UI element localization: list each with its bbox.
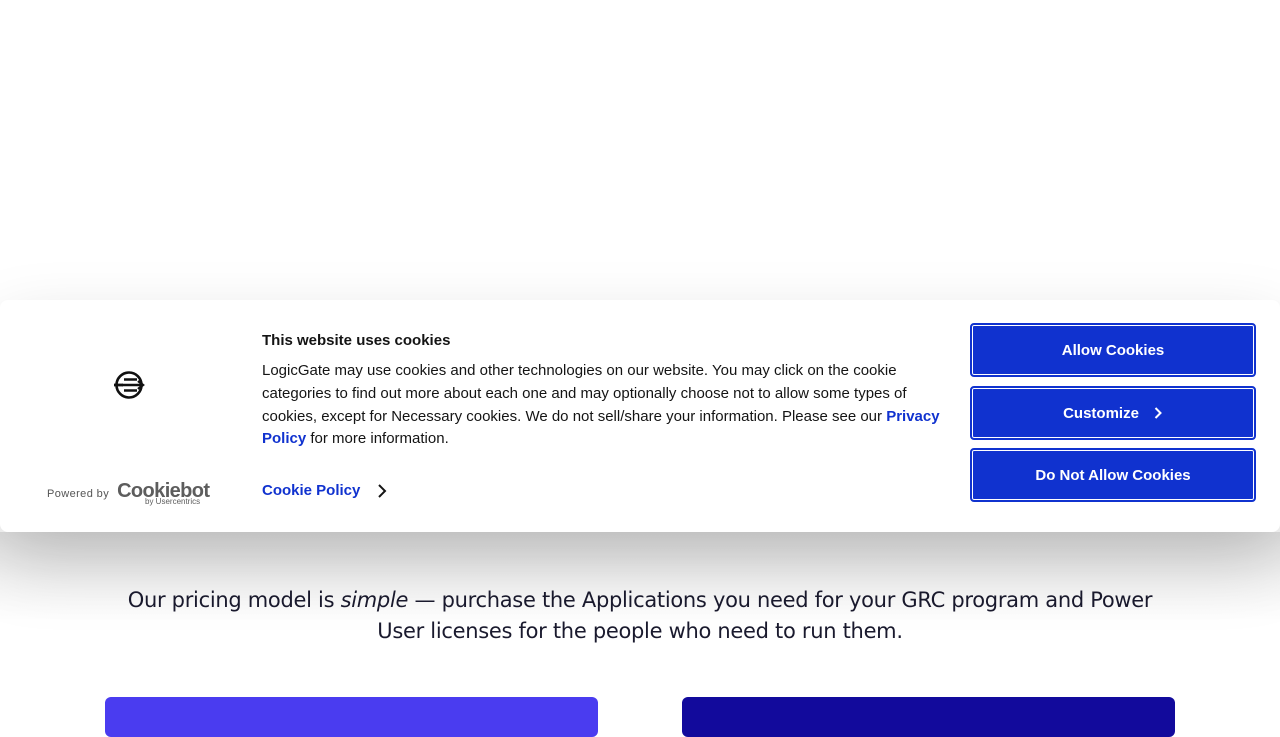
pricing-card-power-users xyxy=(682,697,1175,737)
customize-label: Customize xyxy=(1063,404,1139,422)
logicgate-logo-icon xyxy=(114,371,145,399)
do-not-allow-cookies-label: Do Not Allow Cookies xyxy=(1035,466,1191,484)
pricing-card-applications xyxy=(105,697,598,737)
pricing-text-end: — purchase the Applications you need for… xyxy=(377,588,1153,643)
chevron-right-icon xyxy=(378,483,387,498)
page-header-area xyxy=(0,0,1280,300)
cookie-banner-title: This website uses cookies xyxy=(262,332,451,349)
cookie-text-start: LogicGate may use cookies and other tech… xyxy=(262,362,907,425)
powered-by-label: Powered by xyxy=(47,488,110,500)
chevron-right-icon xyxy=(1154,407,1162,419)
cookie-policy-link[interactable]: Cookie Policy xyxy=(262,482,388,499)
pricing-description: Our pricing model is simple — purchase t… xyxy=(120,585,1160,647)
cookiebot-sub-label: by Usercentrics xyxy=(145,497,201,506)
pricing-emphasis: simple xyxy=(340,588,409,612)
allow-cookies-button[interactable]: Allow Cookies xyxy=(970,323,1256,377)
cookie-text-end: for more information. xyxy=(306,430,449,448)
pricing-text-start: Our pricing model is xyxy=(127,588,341,612)
powered-by-cookiebot[interactable]: Powered by Cookiebot by Usercentrics xyxy=(47,480,217,508)
allow-cookies-label: Allow Cookies xyxy=(1061,341,1165,359)
do-not-allow-cookies-button[interactable]: Do Not Allow Cookies xyxy=(970,448,1256,502)
cookie-banner-text: LogicGate may use cookies and other tech… xyxy=(262,360,952,451)
customize-button[interactable]: Customize xyxy=(970,386,1256,440)
cookie-policy-label: Cookie Policy xyxy=(262,482,361,499)
